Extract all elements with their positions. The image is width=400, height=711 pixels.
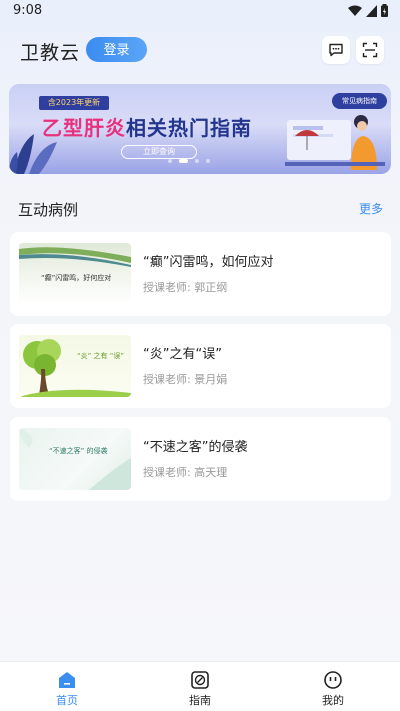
- app-header: 卫教云 登录: [0, 30, 400, 70]
- scan-button[interactable]: [356, 36, 384, 64]
- status-icons: [348, 4, 388, 17]
- signal-icon: [366, 4, 377, 17]
- profile-icon: [324, 671, 342, 689]
- guide-icon: [191, 671, 209, 689]
- thumbnail-caption: “癫”闪雷鸣，好何应对: [41, 274, 112, 282]
- pagination-dot-active[interactable]: [179, 159, 188, 163]
- app-title: 卫教云: [20, 42, 81, 64]
- thumbnail-caption: “不速之客” 的侵袭: [49, 447, 108, 455]
- curve-decoration: [19, 428, 131, 490]
- banner-tag: 含2023年更新: [39, 96, 109, 110]
- tab-label: 我的: [322, 694, 344, 707]
- pagination-dot[interactable]: [168, 159, 172, 163]
- section-title: 互动病例: [18, 201, 79, 219]
- tab-label: 首页: [56, 694, 78, 707]
- login-button[interactable]: 登录: [86, 37, 147, 62]
- course-teacher: 授课老师: 景月娟: [143, 373, 228, 386]
- wifi-icon: [348, 5, 362, 16]
- doctor-illustration: [285, 115, 385, 170]
- more-link[interactable]: 更多: [359, 200, 383, 217]
- tree-decoration: [19, 339, 131, 397]
- pagination-dot[interactable]: [195, 159, 199, 163]
- home-icon: [59, 672, 75, 688]
- banner-title-part1: 乙型肝炎: [42, 116, 126, 140]
- status-bar: 9:08: [0, 0, 400, 24]
- tab-home[interactable]: 首页: [27, 662, 107, 711]
- battery-icon: [381, 4, 388, 17]
- course-title: “炎”之有“误”: [143, 347, 222, 362]
- course-title: “不速之客”的侵袭: [143, 440, 248, 455]
- course-thumbnail: “癫”闪雷鸣，好何应对: [19, 243, 131, 305]
- tab-guide[interactable]: 指南: [160, 662, 240, 711]
- status-time: 9:08: [13, 3, 43, 18]
- course-card[interactable]: “癫”闪雷鸣，好何应对 “癫”闪雷鸣，如何应对 授课老师: 郭正纲: [10, 232, 391, 316]
- course-teacher: 授课老师: 郭正纲: [143, 281, 228, 294]
- message-button[interactable]: [322, 36, 350, 64]
- tab-profile[interactable]: 我的: [293, 662, 373, 711]
- course-thumbnail: “炎” 之有 “误”: [19, 335, 131, 397]
- banner-title: 乙型肝炎相关热门指南: [42, 112, 252, 141]
- thumbnail-caption: “炎” 之有 “误”: [77, 352, 124, 360]
- course-card[interactable]: “不速之客” 的侵袭 “不速之客”的侵袭 授课老师: 高天理: [10, 417, 391, 501]
- bottom-tab-bar: 首页 指南 我的: [0, 661, 400, 711]
- course-title: “癫”闪雷鸣，如何应对: [143, 255, 274, 270]
- banner-title-part2: 相关热门指南: [126, 116, 252, 140]
- tab-label: 指南: [189, 694, 211, 707]
- banner-query-button[interactable]: 立即查询: [121, 145, 197, 159]
- banner-pagination: [168, 159, 210, 163]
- pagination-dot[interactable]: [206, 159, 210, 163]
- message-icon: [329, 43, 343, 57]
- scan-icon: [362, 42, 378, 58]
- course-teacher: 授课老师: 高天理: [143, 466, 228, 479]
- course-thumbnail: “不速之客” 的侵袭: [19, 428, 131, 490]
- course-card[interactable]: “炎” 之有 “误” “炎”之有“误” 授课老师: 景月娟: [10, 324, 391, 408]
